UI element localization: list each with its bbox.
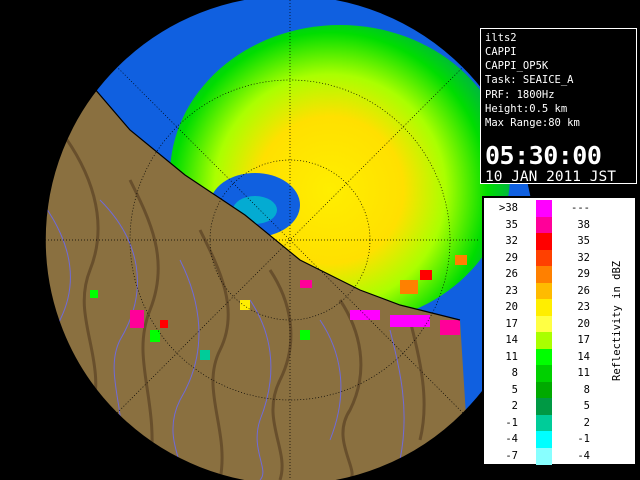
legend-swatch <box>536 414 552 432</box>
legend-swatch <box>536 233 552 250</box>
legend-upper-bound: -4 <box>577 449 590 462</box>
legend-row: 58 <box>484 381 602 399</box>
legend-swatch <box>536 266 552 283</box>
legend-lower-bound: 11 <box>505 350 518 363</box>
legend-upper-bound: 23 <box>577 301 590 313</box>
legend-upper-bound: 11 <box>577 367 590 379</box>
legend-row: 11 14 <box>484 348 602 366</box>
legend-lower-bound: 5 <box>511 383 518 396</box>
height-text: Height:0.5 km <box>485 103 568 115</box>
legend-upper-bound: 5 <box>583 400 590 412</box>
legend-lower-bound: 35 <box>505 218 518 231</box>
legend-row: 20 23 <box>484 299 602 316</box>
legend-row: 29 32 <box>484 249 602 267</box>
legend-upper-bound: 35 <box>577 235 590 247</box>
product-type-text: CAPPI <box>485 46 517 58</box>
legend-lower-bound: 26 <box>505 268 518 280</box>
legend-swatch <box>536 365 552 382</box>
legend-swatch <box>536 332 552 349</box>
legend-lower-bound: -4 <box>505 433 518 445</box>
legend-row: 32 35 <box>484 233 602 250</box>
legend-upper-bound: 29 <box>577 268 590 280</box>
legend-swatch <box>536 315 552 333</box>
legend-row: 23 26 <box>484 282 602 300</box>
scan-info-panel: ilts2 CAPPI CAPPI_OP5K Task: SEAICE_A PR… <box>480 28 637 184</box>
legend-upper-bound: 26 <box>577 284 590 297</box>
legend-upper-bound: 2 <box>583 416 590 429</box>
legend-swatch <box>536 249 552 267</box>
legend-upper-bound: 32 <box>577 251 590 264</box>
legend-lower-bound: 20 <box>505 301 518 313</box>
legend-lower-bound: 29 <box>505 251 518 264</box>
legend-unit-label: Reflectivity in dBZ <box>611 260 623 381</box>
legend-upper-bound: 17 <box>577 334 590 346</box>
legend-swatch <box>536 299 552 316</box>
legend-row: 14 17 <box>484 332 602 349</box>
legend-upper-bound: 14 <box>577 350 590 363</box>
legend-lower-bound: 32 <box>505 235 518 247</box>
legend-row: -4 -1 <box>484 431 602 448</box>
legend-row: 17 20 <box>484 315 602 333</box>
legend-lower-bound: 2 <box>511 400 518 412</box>
task-text: Task: SEAICE_A <box>485 74 574 86</box>
legend-upper-bound: -1 <box>577 433 590 445</box>
scan-time: 05:30:00 <box>485 141 602 170</box>
legend-row: 25 <box>484 398 602 415</box>
legend-lower-bound: 14 <box>505 334 518 346</box>
legend-row: -1 2 <box>484 414 602 432</box>
legend-lower-bound: -7 <box>505 449 518 462</box>
legend-swatch <box>536 216 552 234</box>
prf-text: PRF: 1800Hz <box>485 89 555 101</box>
legend-row: >38 --- <box>484 200 602 217</box>
radar-id-text: ilts2 <box>485 32 517 44</box>
legend-swatch <box>536 381 552 399</box>
legend-swatch <box>536 200 552 217</box>
legend-swatch <box>536 398 552 415</box>
legend-lower-bound: -1 <box>505 416 518 429</box>
reflectivity-legend: >38 --- 35 38 32 35 29 32 26 29 23 26 20 23 17 20 14 17 11… <box>482 196 637 466</box>
legend-upper-bound: 38 <box>577 218 590 231</box>
legend-swatch <box>536 431 552 448</box>
legend-upper-bound: --- <box>571 202 590 214</box>
max-range-text: Max Range:80 km <box>485 117 580 129</box>
legend-swatch <box>536 348 552 366</box>
legend-lower-bound: 23 <box>505 284 518 297</box>
legend-row: 35 38 <box>484 216 602 234</box>
legend-lower-bound: 17 <box>505 317 518 330</box>
legend-upper-bound: 20 <box>577 317 590 330</box>
legend-lower-bound: 8 <box>511 367 518 379</box>
legend-lower-bound: >38 <box>499 202 518 214</box>
legend-upper-bound: 8 <box>583 383 590 396</box>
legend-swatch <box>536 447 552 465</box>
legend-row: 26 29 <box>484 266 602 283</box>
legend-row: -7 -4 <box>484 447 602 465</box>
scan-date: 10 JAN 2011 JST <box>485 169 616 185</box>
legend-swatch <box>536 282 552 300</box>
legend-row: 8 11 <box>484 365 602 382</box>
product-name-text: CAPPI_OP5K <box>485 60 549 72</box>
